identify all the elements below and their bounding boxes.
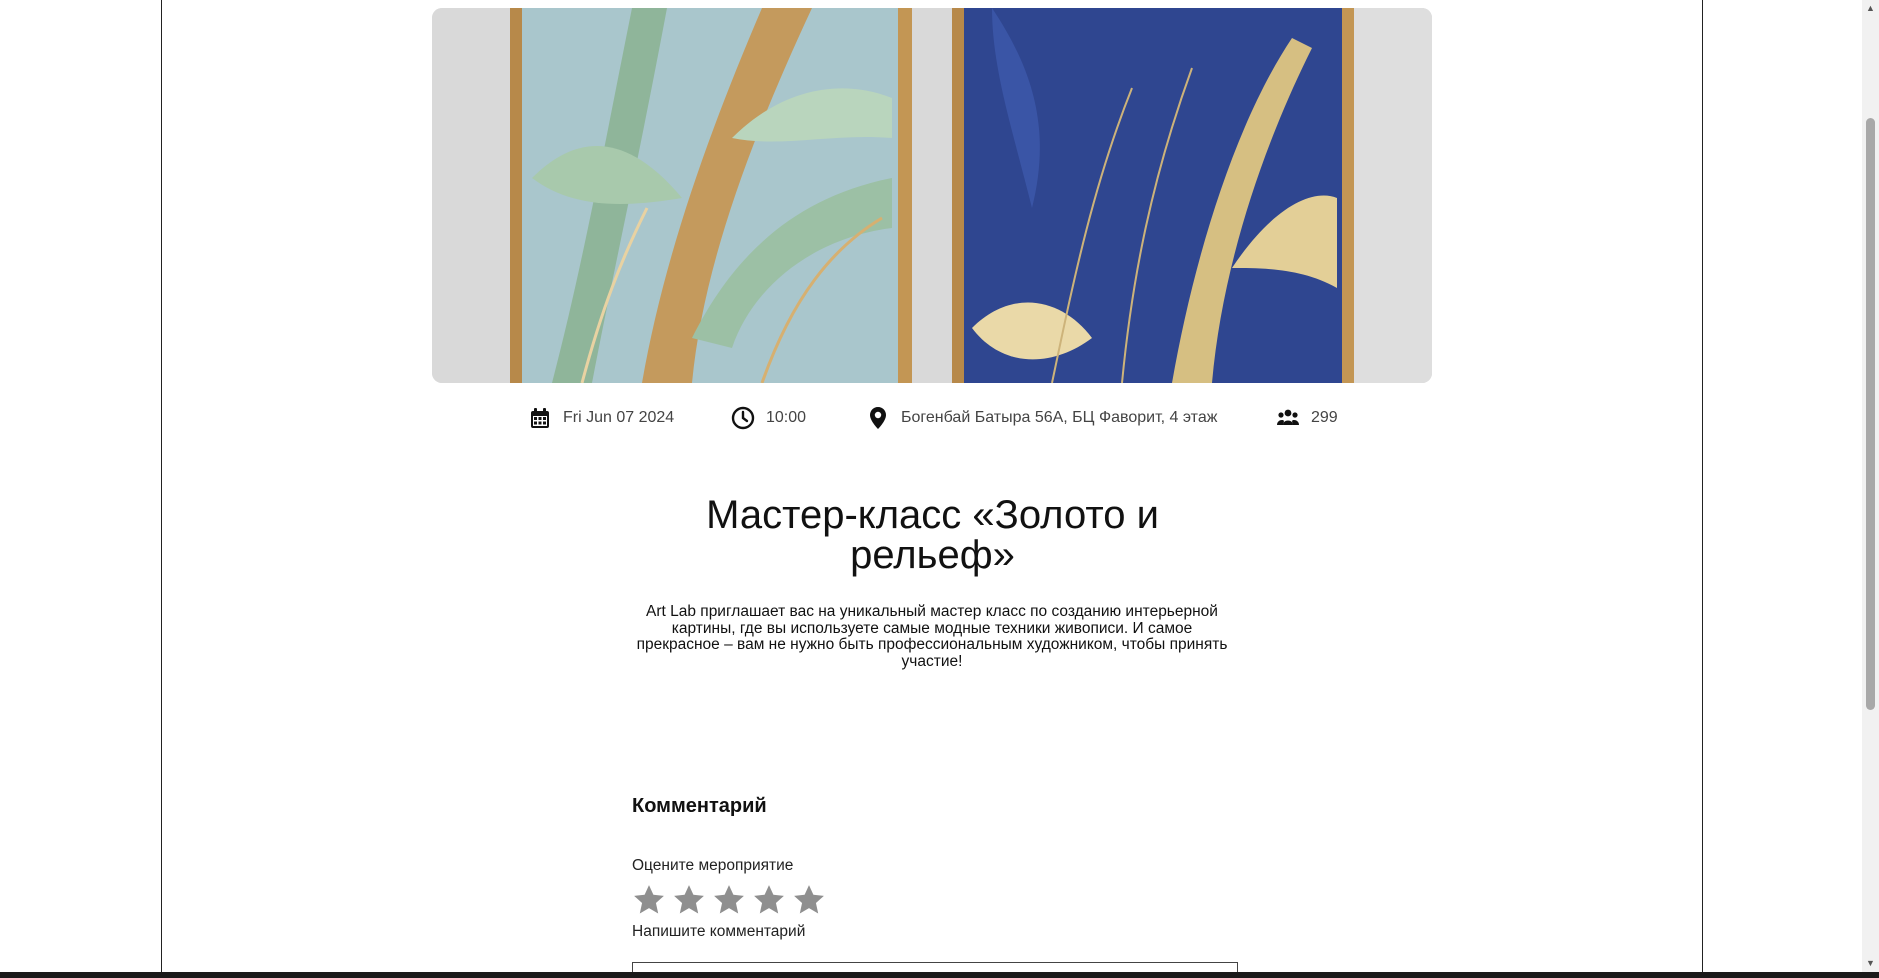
scrollbar-thumb[interactable]: [1866, 118, 1875, 710]
comments-section: Комментарий Оцените мероприятие Напишите…: [632, 795, 1238, 978]
map-pin-icon: [865, 405, 891, 431]
rating-stars: [632, 883, 826, 917]
users-icon: [1275, 405, 1301, 431]
event-title: Мастер-класс «Золото и рельеф»: [706, 493, 1159, 577]
star-icon[interactable]: [712, 883, 746, 917]
event-image-artwork: [432, 8, 1432, 383]
comments-heading: Комментарий: [632, 795, 767, 817]
event-date-text: Fri Jun 07 2024: [563, 409, 675, 426]
bottom-bar: [0, 972, 1879, 978]
event-description: Art Lab приглашает вас на уникальный мас…: [636, 603, 1228, 670]
star-icon[interactable]: [632, 883, 666, 917]
scroll-down-arrow-icon[interactable]: ▼: [1862, 955, 1879, 972]
write-comment-label: Напишите комментарий: [632, 923, 806, 940]
event-date: Fri Jun 07 2024: [527, 404, 674, 432]
event-image: [432, 8, 1432, 383]
event-time-text: 10:00: [766, 409, 807, 426]
event-meta-row: Fri Jun 07 2024 10:00 Богенбай Батыра 56…: [0, 404, 1879, 432]
calendar-icon: [527, 405, 553, 431]
clock-icon: [730, 405, 756, 431]
event-attendees: 299: [1275, 404, 1338, 432]
scroll-up-arrow-icon[interactable]: ▲: [1862, 0, 1879, 17]
star-icon[interactable]: [672, 883, 706, 917]
event-location-text: Богенбай Батыра 56А, БЦ Фаворит, 4 этаж: [901, 409, 1218, 426]
rate-label: Оцените мероприятие: [632, 857, 794, 874]
event-time: 10:00: [730, 404, 806, 432]
star-icon[interactable]: [792, 883, 826, 917]
event-location: Богенбай Батыра 56А, БЦ Фаворит, 4 этаж: [865, 404, 1217, 432]
star-icon[interactable]: [752, 883, 786, 917]
scrollbar[interactable]: ▲ ▼: [1862, 0, 1879, 972]
event-attendees-text: 299: [1311, 409, 1338, 426]
